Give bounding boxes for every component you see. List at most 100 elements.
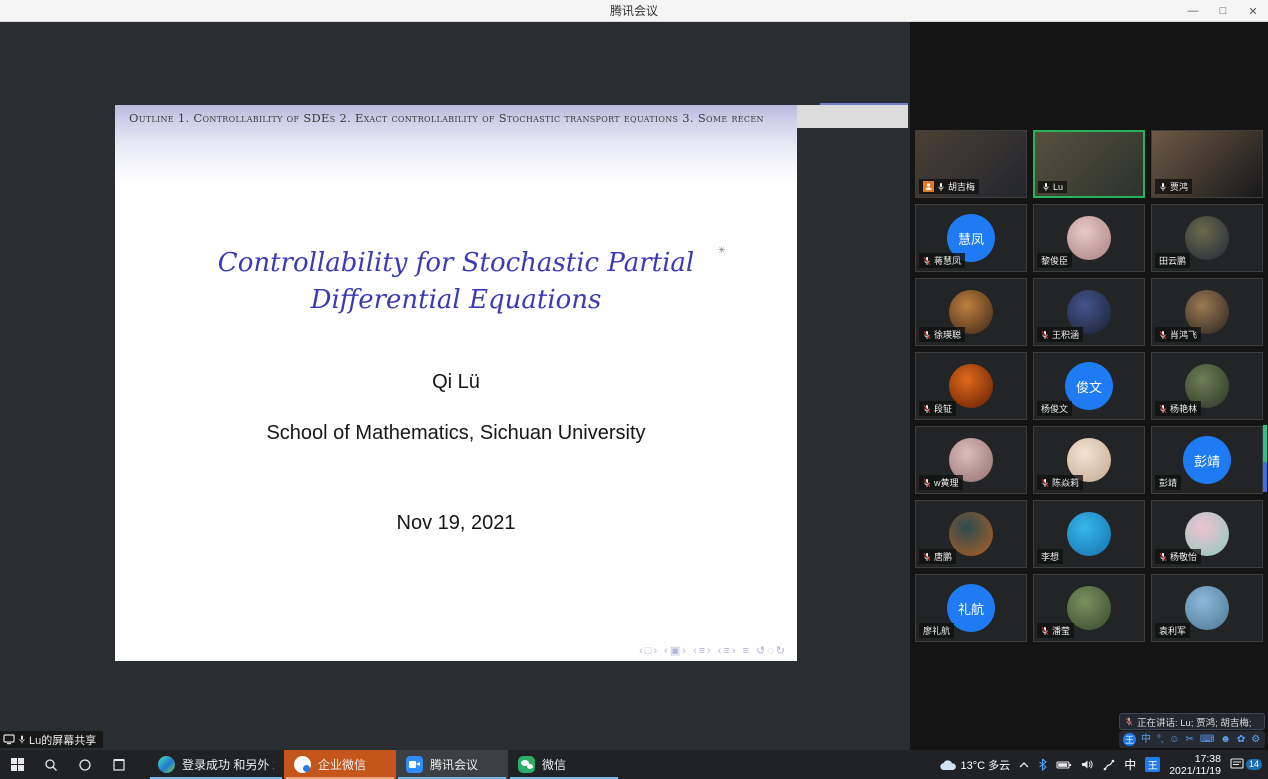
participant-name: 王积涵	[1052, 328, 1079, 341]
participant-name: Lu	[1053, 182, 1063, 192]
participant-name: 徐瑛聪	[934, 328, 961, 341]
participant-tile[interactable]: 杨艳林	[1151, 352, 1263, 420]
taskbar-app-wecom[interactable]: 企业微信	[284, 750, 396, 779]
avatar: 彭靖	[1183, 436, 1231, 484]
taskbar-app-wechat[interactable]: 微信	[508, 750, 620, 779]
participant-namebar: 段钲	[919, 401, 956, 416]
ime-tray-icon[interactable]: 王	[1145, 757, 1160, 772]
participant-namebar: 蒋慧凤	[919, 253, 965, 268]
slide-author: Qi Lü	[115, 371, 797, 394]
participant-tile[interactable]: 王积涵	[1033, 278, 1145, 346]
participant-namebar: 王积涵	[1037, 327, 1083, 342]
participant-tile[interactable]: 徐瑛聪	[915, 278, 1027, 346]
participant-tile[interactable]: 杨敬怡	[1151, 500, 1263, 568]
close-button[interactable]: ✕	[1238, 0, 1268, 22]
panel-scrollbar[interactable]	[1263, 425, 1267, 492]
tray-date: 2021/11/19	[1169, 765, 1221, 777]
participant-namebar: 田云鹏	[1155, 253, 1190, 268]
taskbar-app-edge[interactable]: 登录成功 和另外 1 ...	[148, 750, 284, 779]
participant-name: 杨俊文	[1041, 402, 1068, 415]
participant-tile[interactable]: 俊文杨俊文	[1033, 352, 1145, 420]
participant-tile[interactable]: Lu	[1033, 130, 1145, 198]
start-button[interactable]	[0, 750, 34, 779]
chinese-mode-icon[interactable]: 中	[1141, 731, 1151, 748]
scrollbar-thumb-green[interactable]	[1263, 425, 1267, 462]
avatar-initials: 俊文	[1076, 377, 1102, 396]
participant-tile[interactable]: 肖鸿飞	[1151, 278, 1263, 346]
participant-name: 杨敬怡	[1170, 550, 1197, 563]
mic-muted-icon	[1041, 330, 1049, 340]
participant-tile[interactable]: 慧凤蒋慧凤	[915, 204, 1027, 272]
taskbar-app-meeting[interactable]: 腾讯会议	[396, 750, 508, 779]
weather-widget[interactable]: 13°C 多云	[939, 757, 1011, 773]
settings-icon[interactable]: ⚙	[1251, 731, 1260, 748]
participant-tile[interactable]: 陈焱莉	[1033, 426, 1145, 494]
cortana-icon[interactable]	[68, 750, 102, 779]
scrollbar-thumb-blue[interactable]	[1263, 462, 1267, 492]
participant-tile[interactable]: 贾鸿	[1151, 130, 1263, 198]
search-icon[interactable]	[34, 750, 68, 779]
ime-logo-icon[interactable]: 王	[1123, 733, 1136, 746]
avatar: 礼航	[947, 584, 995, 632]
meeting-main: Outline 1. Controllability of SDEs 2. Ex…	[0, 22, 1268, 750]
participant-namebar: 胡吉梅	[919, 179, 979, 194]
mic-icon	[1159, 182, 1167, 192]
emoji-icon[interactable]: ☺	[1169, 731, 1179, 748]
mic-muted-icon	[1159, 330, 1167, 340]
weather-label: 13°C 多云	[961, 757, 1011, 773]
slide-title: Controllability for Stochastic Partial D…	[115, 245, 797, 319]
wecom-icon	[294, 756, 311, 773]
mic-icon	[937, 182, 945, 192]
screenshot-icon[interactable]: ✂	[1185, 731, 1193, 748]
participant-tile[interactable]: 田云鹏	[1151, 204, 1263, 272]
participant-tile[interactable]: 段钲	[915, 352, 1027, 420]
slide-affiliation: School of Mathematics, Sichuan Universit…	[115, 422, 797, 445]
participant-tile[interactable]: 唐鹏	[915, 500, 1027, 568]
skin-icon[interactable]: ✿	[1237, 731, 1245, 748]
participant-tile[interactable]: 潘莹	[1033, 574, 1145, 642]
participant-tile[interactable]: 礼航廖礼航	[915, 574, 1027, 642]
participant-tile[interactable]: 黎俊臣	[1033, 204, 1145, 272]
ime-mode-indicator[interactable]: 中	[1124, 756, 1136, 773]
tray-chevron-icon[interactable]	[1019, 761, 1029, 769]
participant-tile[interactable]: 李想	[1033, 500, 1145, 568]
device-link-icon[interactable]	[1103, 759, 1115, 771]
participant-namebar: 陈焱莉	[1037, 475, 1083, 490]
avatar-initials: 慧凤	[958, 229, 984, 248]
maximize-button[interactable]: □	[1208, 0, 1238, 22]
windows-taskbar: 登录成功 和另外 1 ...企业微信腾讯会议微信 13°C 多云 中 王	[0, 750, 1268, 779]
participant-name: 贾鸿	[1170, 180, 1188, 193]
participant-name: 陈焱莉	[1052, 476, 1079, 489]
participant-namebar: w黄理	[919, 475, 963, 490]
punctuation-icon[interactable]: °‚	[1157, 731, 1163, 748]
notification-center[interactable]: 14	[1230, 758, 1262, 771]
participant-tile[interactable]: w黄理	[915, 426, 1027, 494]
participant-tile[interactable]: 胡吉梅	[915, 130, 1027, 198]
task-view-icon[interactable]	[102, 750, 136, 779]
volume-icon[interactable]	[1081, 759, 1094, 770]
participant-namebar: 彭靖	[1155, 475, 1181, 490]
participant-name: w黄理	[934, 476, 959, 489]
keyboard-icon[interactable]: ⌨	[1200, 731, 1214, 748]
account-icon[interactable]: ☻	[1220, 731, 1231, 748]
mic-muted-icon	[923, 478, 931, 488]
minimize-button[interactable]: —	[1178, 0, 1208, 22]
mic-muted-icon	[1125, 716, 1133, 727]
slide-date: Nov 19, 2021	[115, 512, 797, 535]
bluetooth-icon[interactable]	[1038, 758, 1047, 771]
participant-namebar: Lu	[1038, 181, 1067, 193]
participant-tile[interactable]: 袁利军	[1151, 574, 1263, 642]
participant-namebar: 贾鸿	[1155, 179, 1192, 194]
avatar: 俊文	[1065, 362, 1113, 410]
avatar-initials: 彭靖	[1194, 451, 1220, 470]
avatar	[1067, 512, 1111, 556]
battery-icon[interactable]	[1056, 760, 1072, 770]
cloud-icon	[939, 759, 957, 771]
meeting-icon	[406, 756, 423, 773]
participant-namebar: 廖礼航	[919, 623, 954, 638]
screen-share-overlay: Lu的屏幕共享	[0, 731, 103, 748]
tray-time: 17:38	[1169, 753, 1221, 765]
tray-clock[interactable]: 17:38 2021/11/19	[1169, 753, 1221, 777]
avatar	[1185, 586, 1229, 630]
participant-tile[interactable]: 彭靖彭靖	[1151, 426, 1263, 494]
